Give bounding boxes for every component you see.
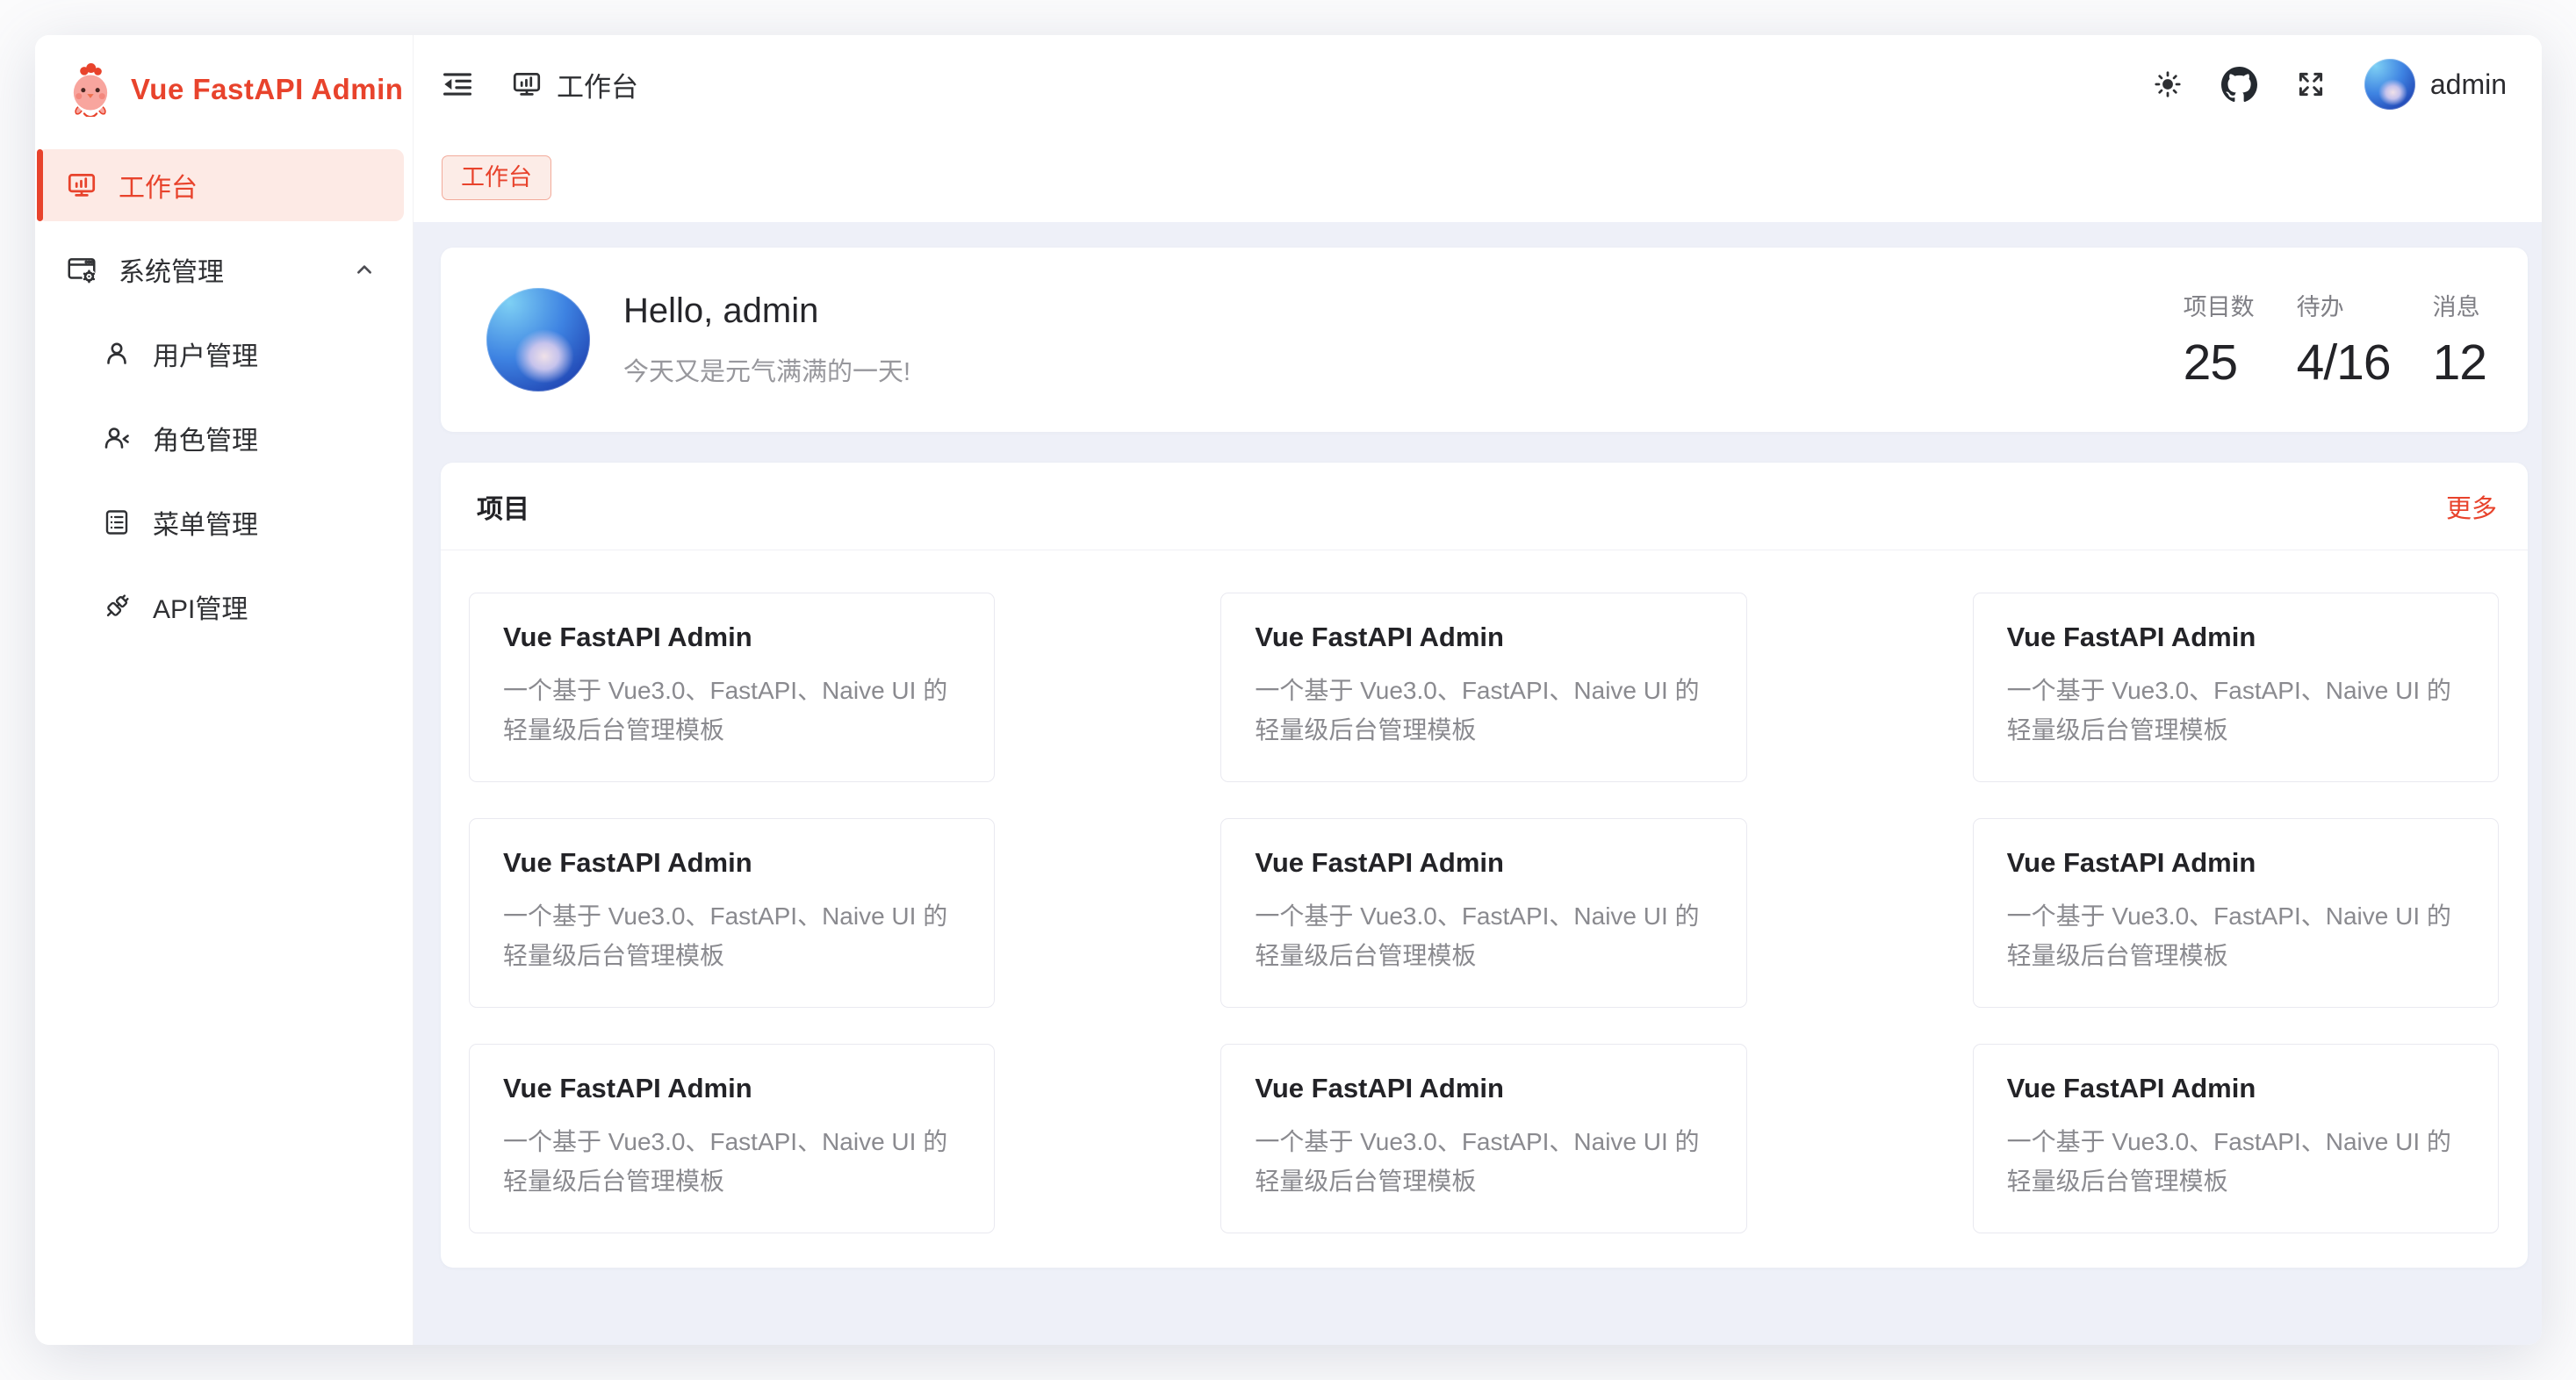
stats: 项目数 25 待办 4/16 消息 12 xyxy=(2184,288,2486,392)
project-card[interactable]: Vue FastAPI Admin 一个基于 Vue3.0、FastAPI、Na… xyxy=(469,818,995,1008)
project-card-title: Vue FastAPI Admin xyxy=(2007,622,2464,653)
monitor-chart-icon xyxy=(65,169,98,202)
sidebar-item-workbench[interactable]: 工作台 xyxy=(37,149,404,221)
project-card-desc: 一个基于 Vue3.0、FastAPI、Naive UI 的轻量级后台管理模板 xyxy=(503,897,961,976)
window-settings-icon xyxy=(65,253,98,286)
menu-fold-icon[interactable] xyxy=(440,67,475,102)
stat-value: 25 xyxy=(2184,334,2237,392)
sidebar: Vue FastAPI Admin 工作台 xyxy=(35,35,414,1345)
sidebar-item-users[interactable]: 用户管理 xyxy=(37,318,404,390)
project-card[interactable]: Vue FastAPI Admin 一个基于 Vue3.0、FastAPI、Na… xyxy=(469,1044,995,1233)
header-right: admin xyxy=(2151,59,2507,110)
project-card[interactable]: Vue FastAPI Admin 一个基于 Vue3.0、FastAPI、Na… xyxy=(1220,818,1746,1008)
project-card-title: Vue FastAPI Admin xyxy=(1255,847,1712,879)
sidebar-item-menus[interactable]: 菜单管理 xyxy=(37,486,404,558)
chick-logo-icon xyxy=(65,62,116,117)
logo-title: Vue FastAPI Admin xyxy=(131,73,403,106)
project-card[interactable]: Vue FastAPI Admin 一个基于 Vue3.0、FastAPI、Na… xyxy=(1973,1044,2499,1233)
project-card-title: Vue FastAPI Admin xyxy=(1255,622,1712,653)
sidebar-item-system[interactable]: 系统管理 xyxy=(37,234,404,305)
role-icon xyxy=(101,422,133,454)
stat-item: 项目数 25 xyxy=(2184,288,2255,392)
hello-greeting: Hello, admin xyxy=(623,291,910,331)
app-window: Vue FastAPI Admin 工作台 xyxy=(35,35,2542,1345)
project-card-title: Vue FastAPI Admin xyxy=(503,847,961,879)
stat-label: 待办 xyxy=(2297,288,2344,322)
sidebar-item-apis[interactable]: API管理 xyxy=(37,571,404,643)
tabbar: 工作台 xyxy=(414,133,2542,222)
avatar xyxy=(486,288,590,392)
hello-subtitle: 今天又是元气满满的一天! xyxy=(623,351,910,388)
stat-value: 4/16 xyxy=(2297,334,2391,392)
logo: Vue FastAPI Admin xyxy=(35,35,413,144)
tab-workbench[interactable]: 工作台 xyxy=(442,155,551,201)
main-area: 工作台 xyxy=(414,35,2542,1345)
user-menu[interactable]: admin xyxy=(2364,59,2507,110)
sidebar-menu: 工作台 系统管理 xyxy=(35,144,413,643)
project-card-desc: 一个基于 Vue3.0、FastAPI、Naive UI 的轻量级后台管理模板 xyxy=(503,672,961,751)
chevron-up-icon[interactable] xyxy=(349,255,379,284)
stat-item: 待办 4/16 xyxy=(2297,288,2391,392)
github-icon[interactable] xyxy=(2221,67,2257,103)
more-link[interactable]: 更多 xyxy=(2446,488,2497,525)
username: admin xyxy=(2430,68,2507,101)
project-card-desc: 一个基于 Vue3.0、FastAPI、Naive UI 的轻量级后台管理模板 xyxy=(2007,897,2464,976)
header-left: 工作台 xyxy=(440,65,638,104)
sidebar-item-label: API管理 xyxy=(153,587,248,626)
sidebar-item-label: 用户管理 xyxy=(153,334,258,373)
stat-label: 项目数 xyxy=(2184,288,2255,322)
plug-icon xyxy=(101,591,133,622)
project-card[interactable]: Vue FastAPI Admin 一个基于 Vue3.0、FastAPI、Na… xyxy=(1973,818,2499,1008)
sidebar-item-label: 系统管理 xyxy=(119,250,224,289)
project-card-desc: 一个基于 Vue3.0、FastAPI、Naive UI 的轻量级后台管理模板 xyxy=(1255,672,1712,751)
user-icon xyxy=(101,338,133,370)
avatar xyxy=(2364,59,2415,110)
fullscreen-icon[interactable] xyxy=(2294,68,2328,101)
stat-item: 消息 12 xyxy=(2433,288,2486,392)
project-card-title: Vue FastAPI Admin xyxy=(1255,1073,1712,1104)
header: 工作台 xyxy=(414,35,2542,133)
projects-title: 项目 xyxy=(477,487,529,526)
project-card-desc: 一个基于 Vue3.0、FastAPI、Naive UI 的轻量级后台管理模板 xyxy=(1255,1123,1712,1202)
project-card-desc: 一个基于 Vue3.0、FastAPI、Naive UI 的轻量级后台管理模板 xyxy=(503,1123,961,1202)
projects-card: 项目 更多 Vue FastAPI Admin 一个基于 Vue3.0、Fast… xyxy=(441,463,2528,1268)
breadcrumb[interactable]: 工作台 xyxy=(510,65,638,104)
project-card-desc: 一个基于 Vue3.0、FastAPI、Naive UI 的轻量级后台管理模板 xyxy=(2007,672,2464,751)
sidebar-item-label: 菜单管理 xyxy=(153,503,258,542)
project-card-title: Vue FastAPI Admin xyxy=(503,622,961,653)
hello-card: Hello, admin 今天又是元气满满的一天! 项目数 25 待办 4/16 xyxy=(441,248,2528,432)
project-card-desc: 一个基于 Vue3.0、FastAPI、Naive UI 的轻量级后台管理模板 xyxy=(2007,1123,2464,1202)
project-card[interactable]: Vue FastAPI Admin 一个基于 Vue3.0、FastAPI、Na… xyxy=(1220,593,1746,782)
content: Hello, admin 今天又是元气满满的一天! 项目数 25 待办 4/16 xyxy=(414,222,2542,1345)
stat-label: 消息 xyxy=(2433,288,2480,322)
sidebar-item-label: 工作台 xyxy=(119,166,198,205)
stat-value: 12 xyxy=(2433,334,2486,392)
sidebar-item-label: 角色管理 xyxy=(153,419,258,457)
project-card[interactable]: Vue FastAPI Admin 一个基于 Vue3.0、FastAPI、Na… xyxy=(1220,1044,1746,1233)
project-card-desc: 一个基于 Vue3.0、FastAPI、Naive UI 的轻量级后台管理模板 xyxy=(1255,897,1712,976)
sidebar-item-roles[interactable]: 角色管理 xyxy=(37,402,404,474)
project-card-title: Vue FastAPI Admin xyxy=(2007,847,2464,879)
menu-list-icon xyxy=(101,507,133,538)
project-card-title: Vue FastAPI Admin xyxy=(2007,1073,2464,1104)
theme-sun-icon[interactable] xyxy=(2151,68,2184,101)
projects-grid: Vue FastAPI Admin 一个基于 Vue3.0、FastAPI、Na… xyxy=(441,550,2528,1269)
monitor-chart-icon xyxy=(510,68,543,101)
hello-text: Hello, admin 今天又是元气满满的一天! xyxy=(623,291,910,388)
project-card-title: Vue FastAPI Admin xyxy=(503,1073,961,1104)
project-card[interactable]: Vue FastAPI Admin 一个基于 Vue3.0、FastAPI、Na… xyxy=(1973,593,2499,782)
projects-header: 项目 更多 xyxy=(441,463,2528,550)
project-card[interactable]: Vue FastAPI Admin 一个基于 Vue3.0、FastAPI、Na… xyxy=(469,593,995,782)
breadcrumb-label: 工作台 xyxy=(557,65,638,104)
